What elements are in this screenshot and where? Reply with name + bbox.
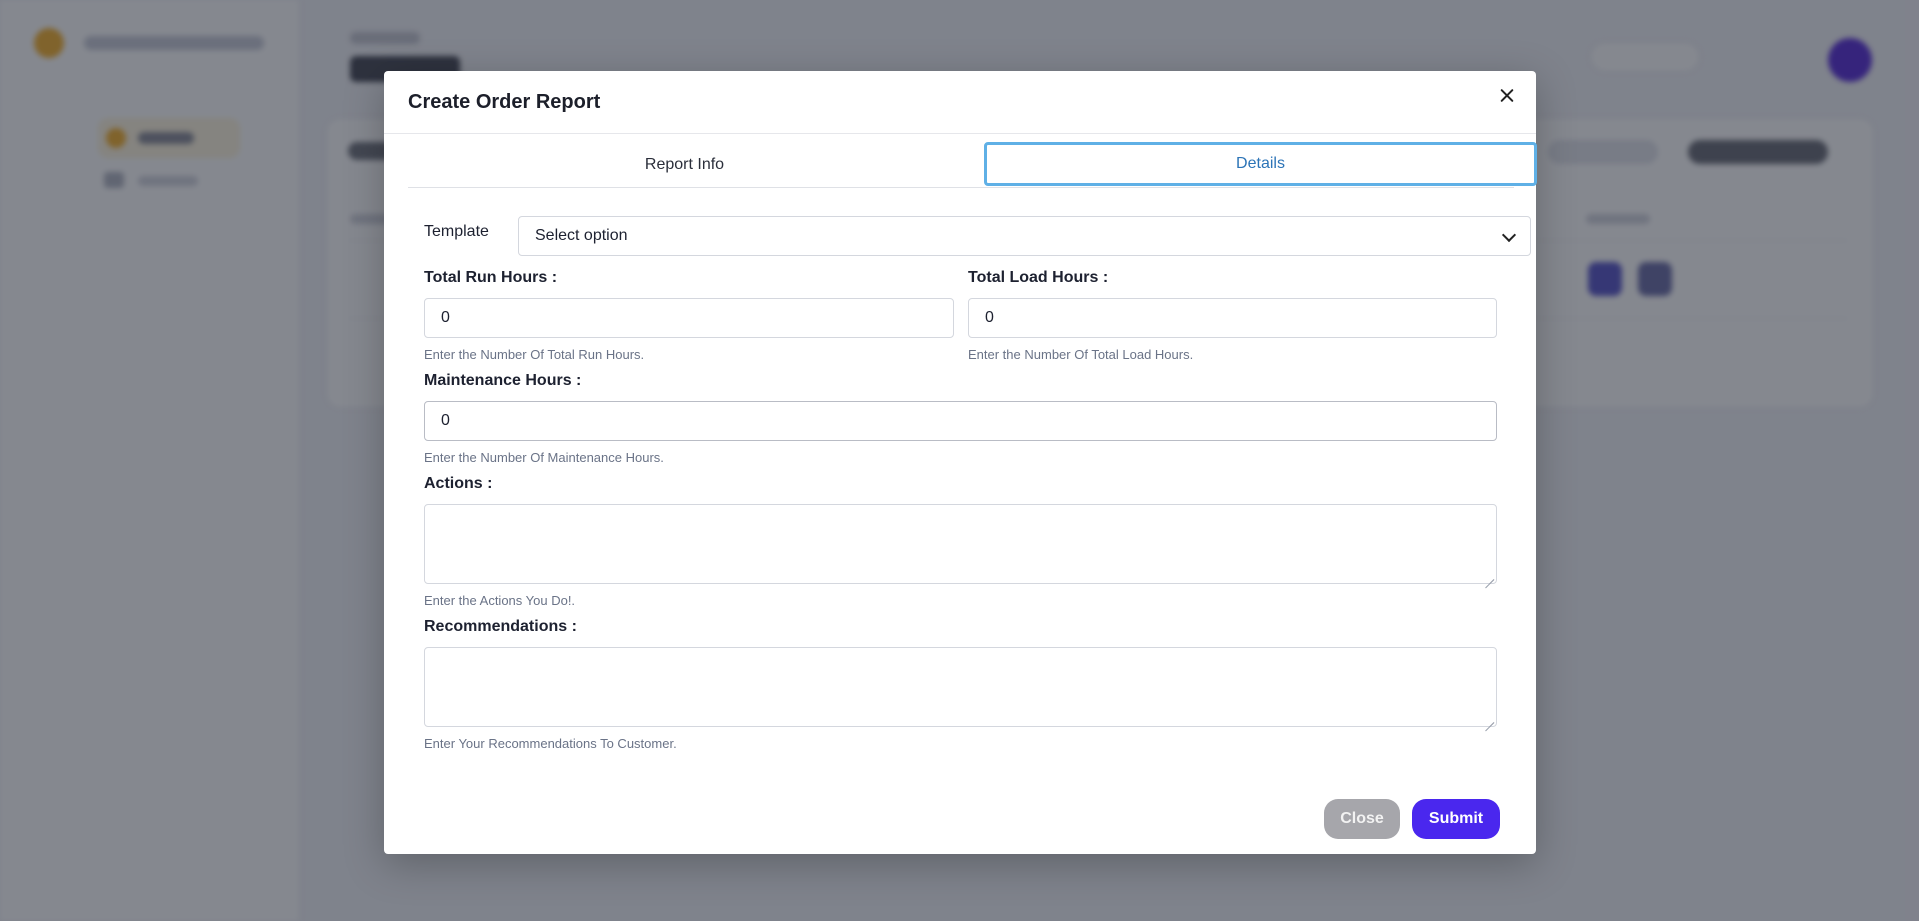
modal-title: Create Order Report bbox=[408, 91, 601, 113]
actions-label: Actions : bbox=[424, 475, 493, 492]
recommendations-textarea[interactable] bbox=[424, 647, 1497, 727]
total-load-hours-input[interactable]: 0 bbox=[968, 298, 1497, 338]
total-run-hours-label: Total Run Hours : bbox=[424, 269, 558, 286]
chevron-down-icon bbox=[1501, 227, 1517, 243]
maintenance-hours-value: 0 bbox=[441, 412, 450, 429]
submit-button[interactable]: Submit bbox=[1412, 799, 1500, 839]
maintenance-hours-input[interactable]: 0 bbox=[424, 401, 1497, 441]
actions-help: Enter the Actions You Do!. bbox=[424, 593, 576, 608]
template-select-value: Select option bbox=[535, 227, 628, 244]
actions-textarea[interactable] bbox=[424, 504, 1497, 584]
maintenance-hours-label: Maintenance Hours : bbox=[424, 372, 582, 389]
resize-handle-icon[interactable] bbox=[1484, 571, 1494, 581]
recommendations-label: Recommendations : bbox=[424, 618, 577, 635]
template-label: Template bbox=[424, 223, 489, 240]
create-order-report-modal: Create Order Report Report Info Details … bbox=[384, 71, 1537, 854]
total-run-hours-help: Enter the Number Of Total Run Hours. bbox=[424, 347, 645, 362]
total-run-hours-input[interactable]: 0 bbox=[424, 298, 954, 338]
modal-tabs: Report Info Details bbox=[408, 141, 1537, 188]
total-run-hours-value: 0 bbox=[441, 309, 450, 326]
total-load-hours-label: Total Load Hours : bbox=[968, 269, 1109, 286]
total-load-hours-help: Enter the Number Of Total Load Hours. bbox=[968, 347, 1194, 362]
modal-header: Create Order Report bbox=[384, 71, 1536, 134]
template-select[interactable]: Select option bbox=[518, 216, 1531, 256]
maintenance-hours-help: Enter the Number Of Maintenance Hours. bbox=[424, 450, 664, 465]
close-icon[interactable] bbox=[1496, 85, 1518, 107]
recommendations-help: Enter Your Recommendations To Customer. bbox=[424, 736, 677, 751]
tab-details[interactable]: Details bbox=[984, 142, 1537, 186]
resize-handle-icon[interactable] bbox=[1484, 714, 1494, 724]
close-button[interactable]: Close bbox=[1324, 799, 1400, 839]
tab-report-info[interactable]: Report Info bbox=[408, 141, 961, 188]
total-load-hours-value: 0 bbox=[985, 309, 994, 326]
